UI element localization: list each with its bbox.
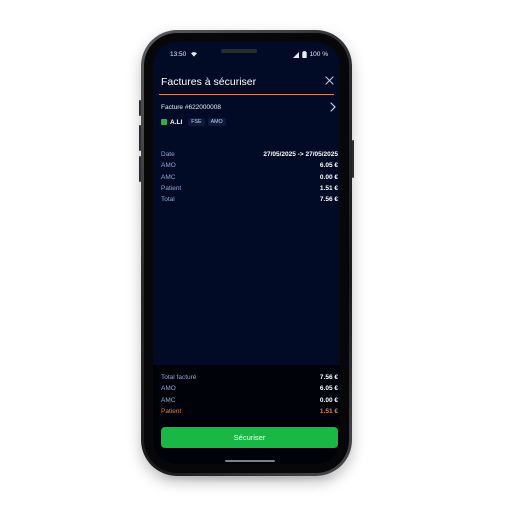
close-icon[interactable] (325, 76, 334, 85)
total-label: Total facturé (161, 374, 197, 381)
phone-screen: 13:50 100 % Factures à sécuriser Facture… (153, 42, 340, 464)
detail-row-date: Date 27/05/2025 -> 27/05/2025 (161, 149, 338, 160)
detail-label: Total (161, 196, 175, 204)
wifi-icon (191, 52, 197, 57)
total-label: AMO (161, 385, 176, 393)
secure-button[interactable]: Sécuriser (161, 427, 338, 448)
invoice-details: Date 27/05/2025 -> 27/05/2025 AMO 6.05 €… (161, 149, 338, 205)
detail-label: AMC (161, 173, 176, 181)
phone-side-button (139, 100, 141, 116)
detail-value: 27/05/2025 -> 27/05/2025 (263, 151, 338, 158)
detail-row-patient: Patient 1.51 € (161, 183, 338, 194)
total-value: 6.05 € (319, 385, 338, 393)
page-title: Factures à sécuriser (161, 76, 257, 88)
invoice-item[interactable]: Facture #622000008 A.LI FSE AMO (153, 98, 340, 134)
invoice-tags: A.LI FSE AMO (161, 118, 226, 126)
total-row-amo: AMO 6.05 € (161, 383, 338, 394)
battery-level: 100 % (309, 51, 328, 58)
status-bar: 13:50 100 % (153, 42, 340, 66)
total-value: 1.51 € (319, 407, 338, 415)
detail-label: Patient (161, 184, 182, 192)
header: Factures à sécuriser (153, 66, 340, 94)
phone-volume-down-button (139, 156, 141, 182)
detail-value: 0.00 € (319, 173, 338, 181)
chevron-right-icon[interactable] (329, 102, 337, 112)
battery-icon (301, 51, 307, 58)
invoice-number: Facture #622000008 (161, 104, 221, 111)
status-time: 13:50 (170, 51, 187, 58)
total-row-billed: Total facturé 7.56 € (161, 372, 338, 383)
phone-volume-up-button (139, 125, 141, 151)
total-label: Patient (161, 407, 182, 415)
detail-value: 7.56 € (319, 196, 338, 204)
tag-fse: FSE (188, 118, 205, 126)
detail-row-amc: AMC 0.00 € (161, 172, 338, 183)
total-value: 7.56 € (319, 374, 338, 381)
total-row-patient: Patient 1.51 € (161, 406, 338, 417)
totals-panel: Total facturé 7.56 € AMO 6.05 € AMC 0.00… (153, 365, 340, 464)
signal-icon (292, 51, 299, 58)
total-row-amc: AMC 0.00 € (161, 395, 338, 406)
tag-amo: AMO (207, 118, 226, 126)
status-indicators: 100 % (292, 51, 328, 58)
detail-value: 1.51 € (319, 184, 338, 192)
totals-summary: Total facturé 7.56 € AMO 6.05 € AMC 0.00… (161, 372, 338, 417)
detail-label: Date (161, 151, 175, 158)
total-value: 0.00 € (319, 396, 338, 404)
total-label: AMC (161, 396, 176, 404)
detail-label: AMO (161, 162, 176, 170)
detail-row-total: Total 7.56 € (161, 194, 338, 205)
detail-row-amo: AMO 6.05 € (161, 160, 338, 171)
status-square-icon (161, 119, 167, 125)
detail-value: 6.05 € (319, 162, 338, 170)
patient-name: A.LI (170, 118, 183, 126)
header-divider (159, 94, 334, 95)
home-indicator[interactable] (225, 460, 275, 462)
phone-power-button (352, 140, 354, 178)
stage: 13:50 100 % Factures à sécuriser Facture… (0, 0, 515, 515)
